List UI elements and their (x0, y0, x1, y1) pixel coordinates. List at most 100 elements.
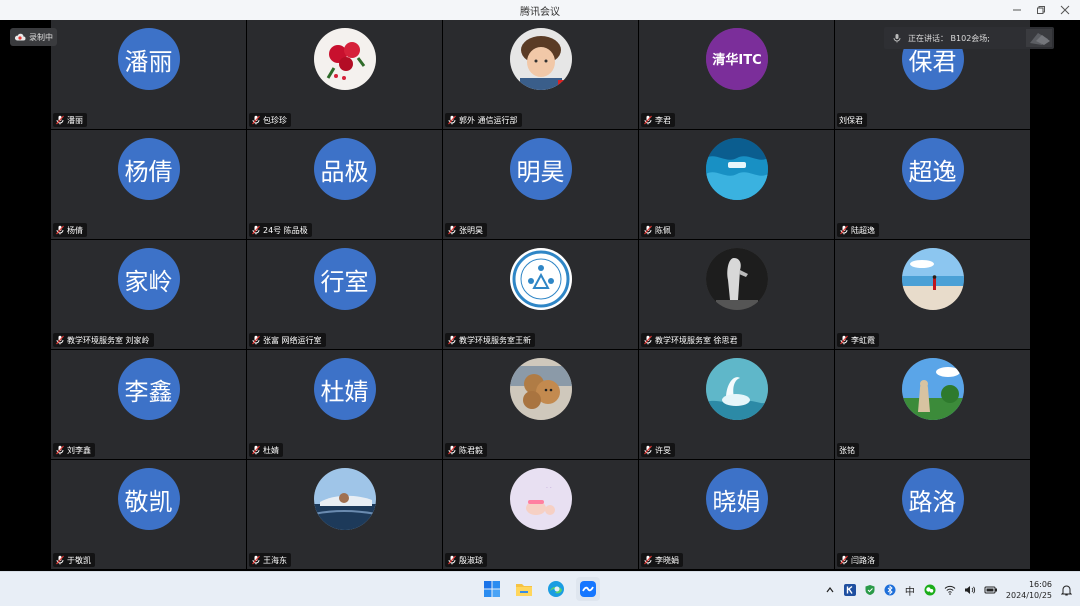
participant-name-tag: 张明昊 (445, 223, 487, 237)
participant-tile[interactable]: 超逸 陆超逸 (835, 130, 1030, 239)
participant-tile[interactable]: 教学环境服务室王新 (443, 240, 638, 349)
participant-name-tag: 杨倩 (53, 223, 87, 237)
mic-icon (252, 445, 260, 455)
participant-name: 教学环境服务室王新 (459, 335, 531, 345)
participant-tile[interactable]: 明昊 张明昊 (443, 130, 638, 239)
participant-tile[interactable]: 家岭 教学环境服务室 刘家岭 (51, 240, 246, 349)
k-app-icon[interactable] (843, 582, 856, 598)
participant-name-tag: 郭外 通信运行部 (445, 113, 522, 127)
avatar: 杨倩 (117, 138, 180, 200)
window-controls (1012, 0, 1070, 20)
participant-tile[interactable]: 杜婧 杜婧 (247, 350, 442, 459)
participant-tile[interactable]: 潘丽 潘丽 (51, 20, 246, 129)
windows-start-icon[interactable] (480, 577, 504, 601)
ime-indicator[interactable]: 中 (904, 582, 916, 598)
participant-name: 刘保君 (839, 115, 863, 125)
mic-icon (840, 225, 848, 235)
participant-tile[interactable]: 李鑫 刘李鑫 (51, 350, 246, 459)
participant-name: 陈佩 (655, 225, 671, 235)
participant-tile[interactable]: 晓娟 李晓娟 (639, 460, 834, 569)
mic-icon (840, 335, 848, 345)
svg-text:· ·: · · (546, 485, 552, 492)
participant-name: 张富 网络运行室 (263, 335, 322, 345)
avatar-photo (313, 28, 376, 90)
system-tray: 中 16:06 2024/10/25 (824, 578, 1072, 602)
minimize-icon[interactable] (1012, 5, 1022, 15)
tencent-meeting-icon[interactable] (576, 577, 600, 601)
avatar: 清华ITC (705, 28, 768, 90)
avatar-photo (705, 248, 768, 310)
avatar-logo-text: 清华ITC (712, 52, 761, 68)
avatar: 行室 (313, 248, 376, 310)
participant-name: 郭外 通信运行部 (459, 115, 518, 125)
participant-grid: 潘丽 潘丽 包珍珍 郭外 通信运行部 清华ITC 李君 保君 刘保君 杨倩 杨倩 品极 24号 陈品极… (51, 20, 1030, 571)
participant-tile[interactable]: 清华ITC 李君 (639, 20, 834, 129)
wifi-icon[interactable] (944, 582, 956, 598)
bluetooth-icon[interactable] (884, 582, 896, 598)
participant-tile[interactable]: 李虹霞 (835, 240, 1030, 349)
participant-tile[interactable]: 杨倩 杨倩 (51, 130, 246, 239)
participant-tile[interactable]: 敬凯 于敬凯 (51, 460, 246, 569)
avatar-photo (313, 468, 376, 530)
battery-icon[interactable] (984, 582, 998, 598)
app-window: 腾讯会议 潘丽 潘丽 包珍珍 郭外 通信运行部 清华ITC 李君 保君 刘保君 杨倩 杨倩 品极 24… (0, 0, 1080, 606)
participant-name-tag: 闫路洛 (837, 553, 879, 567)
participant-name-tag: 王海东 (249, 553, 291, 567)
participant-tile[interactable]: 郭外 通信运行部 (443, 20, 638, 129)
clock-date: 2024/10/25 (1005, 591, 1052, 600)
edge-browser-icon[interactable] (544, 577, 568, 601)
notification-bell-icon[interactable] (1060, 582, 1072, 598)
mic-icon (448, 445, 456, 455)
participant-tile[interactable]: 品极 24号 陈品极 (247, 130, 442, 239)
speaking-indicator: 正在讲话： B102会场; (884, 27, 1054, 49)
recording-label: 录制中 (29, 32, 53, 42)
participant-tile[interactable]: 陈佩 (639, 130, 834, 239)
participant-tile[interactable]: 包珍珍 (247, 20, 442, 129)
avatar-photo (901, 358, 964, 420)
participant-name-tag: 张富 网络运行室 (249, 333, 326, 347)
shield-icon[interactable] (864, 582, 876, 598)
file-explorer-icon[interactable] (512, 577, 536, 601)
participant-tile[interactable]: 陈君毅 (443, 350, 638, 459)
participant-name: 许旻 (655, 445, 671, 455)
participant-name: 李虹霞 (851, 335, 875, 345)
participant-name-tag: 教学环境服务室 刘家岭 (53, 333, 154, 347)
participant-name: 陈君毅 (459, 445, 483, 455)
participant-tile[interactable]: 路洛 闫路洛 (835, 460, 1030, 569)
participant-name-tag: 于敬凯 (53, 553, 95, 567)
participant-name: 殷淑琼 (459, 555, 483, 565)
mic-icon (252, 555, 260, 565)
close-icon[interactable] (1060, 5, 1070, 15)
participant-tile[interactable]: · · 殷淑琼 (443, 460, 638, 569)
volume-icon[interactable] (964, 582, 976, 598)
cloud-record-icon (14, 33, 26, 41)
participant-name: 潘丽 (67, 115, 83, 125)
avatar-photo (901, 248, 964, 310)
recording-badge[interactable]: 录制中 (10, 28, 57, 46)
participant-name-tag: 李君 (641, 113, 675, 127)
participant-tile[interactable]: 教学环境服务室 徐思君 (639, 240, 834, 349)
avatar-photo (705, 138, 768, 200)
avatar-photo (509, 248, 572, 310)
wechat-icon[interactable] (924, 582, 936, 598)
participant-tile[interactable]: 张铭 (835, 350, 1030, 459)
restore-icon[interactable] (1036, 5, 1046, 15)
avatar: 品极 (313, 138, 376, 200)
participant-name-tag: 教学环境服务室 徐思君 (641, 333, 742, 347)
avatar: 超逸 (901, 138, 964, 200)
participant-tile[interactable]: 许旻 (639, 350, 834, 459)
mic-icon (448, 115, 456, 125)
chevron-up-icon[interactable] (824, 582, 836, 598)
participant-name-tag: 教学环境服务室王新 (445, 333, 535, 347)
windows-taskbar: 中 16:06 2024/10/25 (0, 571, 1080, 606)
taskbar-clock[interactable]: 16:06 2024/10/25 (1006, 579, 1052, 601)
participant-name-tag: 潘丽 (53, 113, 87, 127)
participant-tile[interactable]: 王海东 (247, 460, 442, 569)
mic-icon (644, 335, 652, 345)
title-bar: 腾讯会议 (0, 0, 1080, 20)
participant-tile[interactable]: 行室张富 网络运行室 (247, 240, 442, 349)
participant-name: 李晓娟 (655, 555, 679, 565)
participant-name: 包珍珍 (263, 115, 287, 125)
mic-icon (448, 555, 456, 565)
participant-name-tag: 杜婧 (249, 443, 283, 457)
